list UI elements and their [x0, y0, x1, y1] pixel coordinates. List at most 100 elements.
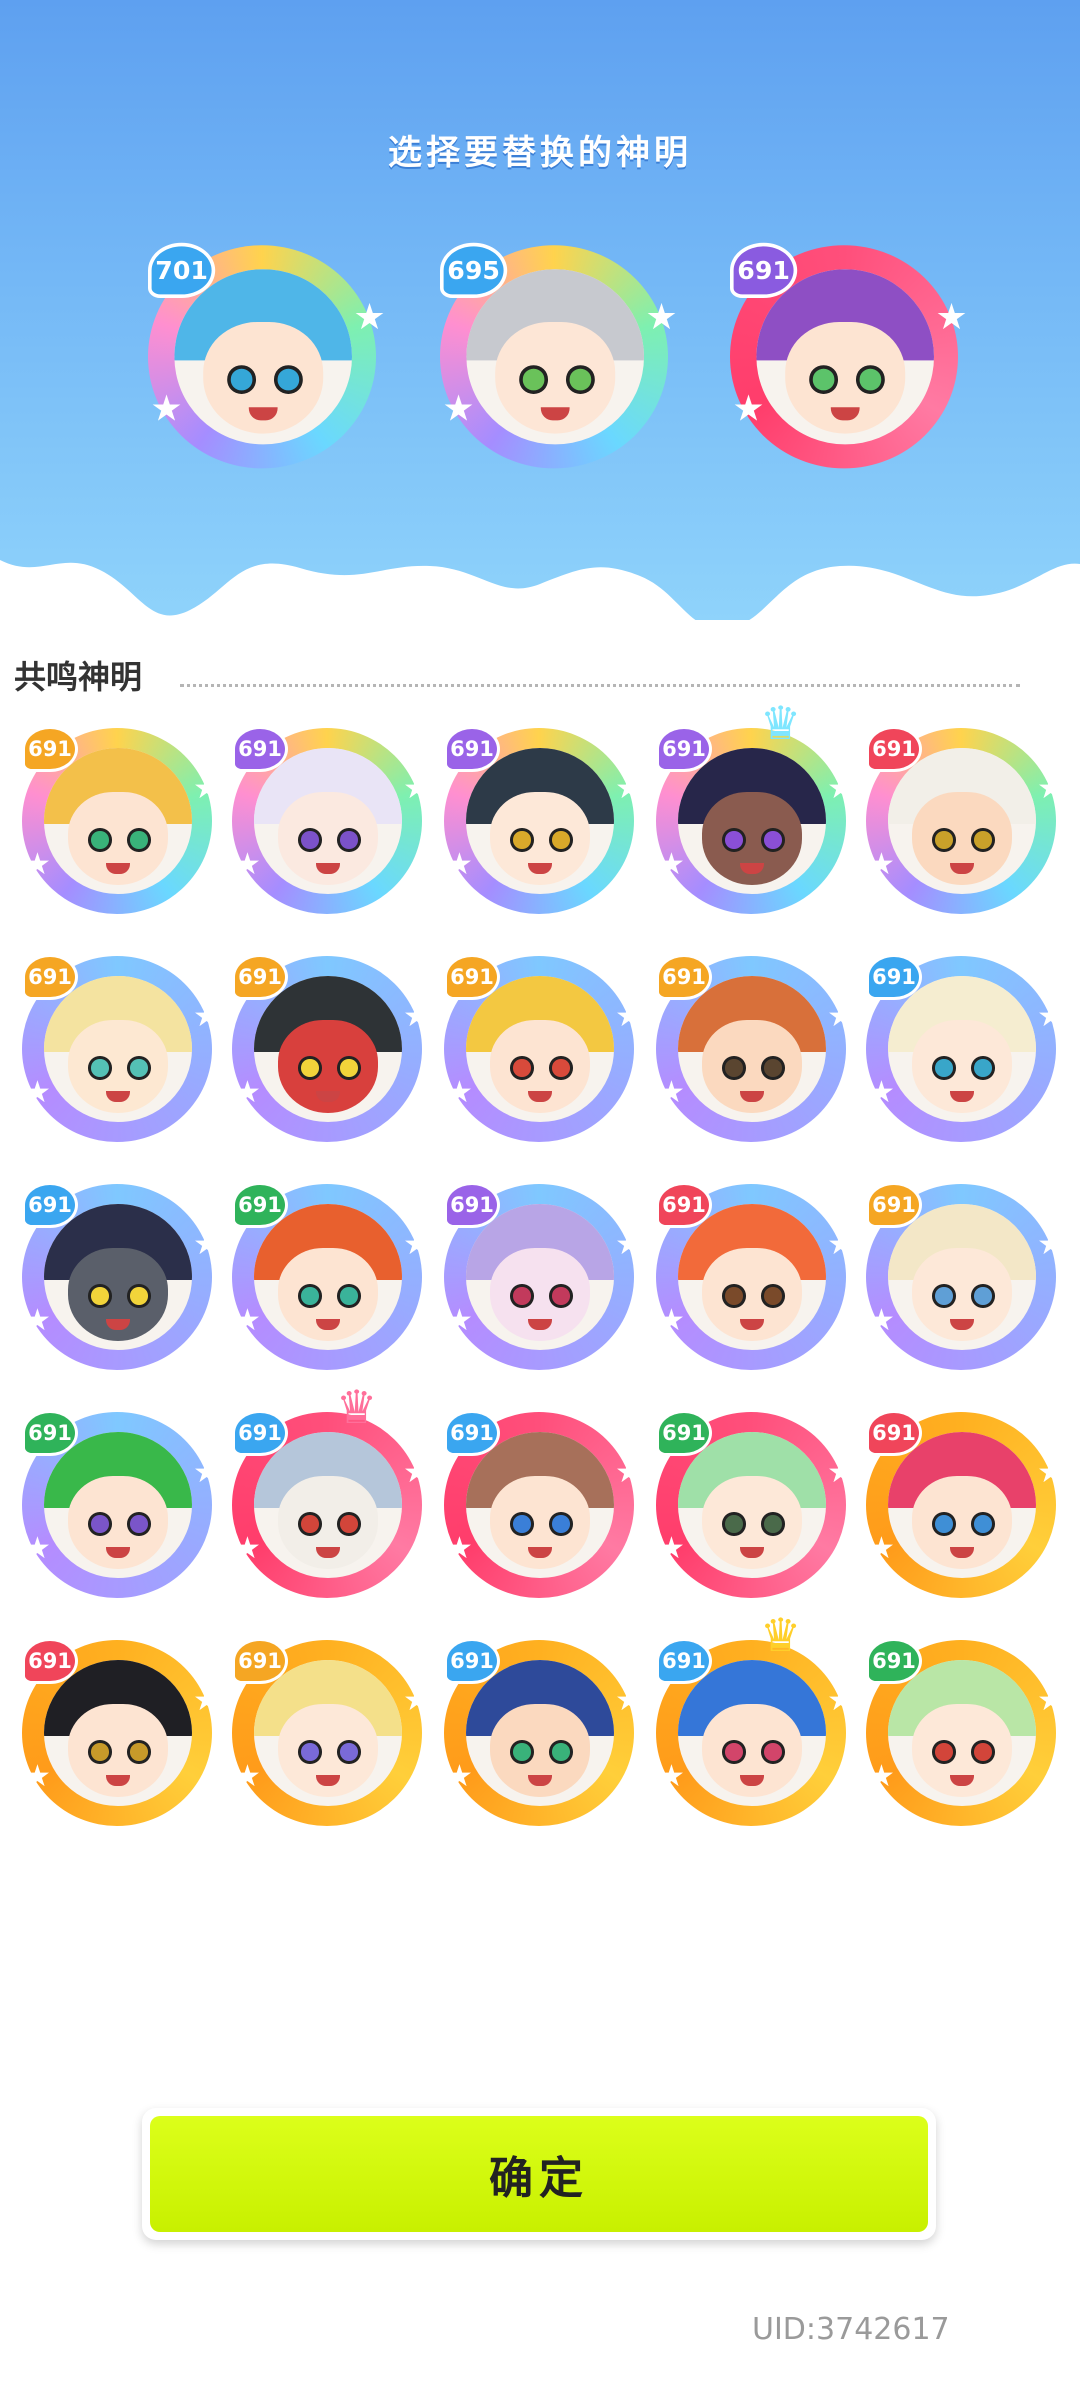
god-card[interactable]: ★ ★ 691: [232, 1634, 432, 1834]
god-card[interactable]: ★ ★ ♛ 691: [232, 1384, 432, 1606]
star-icon: ★: [446, 1759, 473, 1794]
god-portrait: [466, 976, 614, 1122]
star-icon: ★: [234, 1075, 261, 1110]
star-icon: ★: [403, 1455, 430, 1490]
god-card[interactable]: ★ ★ 691: [232, 722, 432, 922]
god-card[interactable]: ★ ★ 691: [656, 950, 856, 1150]
star-icon: ★: [1037, 1683, 1064, 1718]
level-badge: 691: [22, 1182, 78, 1228]
god-card[interactable]: ★ ★ 691: [22, 950, 222, 1150]
star-icon: ★: [403, 1227, 430, 1262]
portrait-eye: [722, 1740, 747, 1764]
god-card[interactable]: ★ ★ 691: [22, 1406, 222, 1606]
god-portrait: [44, 1204, 192, 1350]
god-card[interactable]: ★ ★ 691: [22, 722, 222, 922]
star-icon: ★: [442, 388, 475, 430]
portrait-eye: [970, 1056, 995, 1080]
level-badge: 691: [232, 1410, 288, 1456]
god-portrait: [254, 1432, 402, 1578]
god-card[interactable]: ★ ★ 691: [656, 1178, 856, 1378]
level-badge: 691: [22, 954, 78, 1000]
section-label: 共鸣神明: [14, 658, 143, 696]
god-portrait: [678, 748, 826, 894]
star-icon: ★: [615, 1455, 642, 1490]
god-card[interactable]: ★ ★ 691: [866, 950, 1066, 1150]
page-title: 选择要替换的神明: [388, 133, 692, 173]
selected-god-3[interactable]: ★ ★ 691: [730, 238, 970, 478]
god-card[interactable]: ★ ★ 691: [866, 1406, 1066, 1606]
level-badge: 691: [656, 726, 712, 772]
god-card[interactable]: ★ ★ ♛ 691: [656, 1612, 856, 1834]
star-icon: ★: [868, 1531, 895, 1566]
star-icon: ★: [615, 999, 642, 1034]
selected-god-1[interactable]: ★ ★ 701: [148, 238, 388, 478]
god-card[interactable]: ★ ★ 691: [232, 1178, 432, 1378]
portrait-eye: [273, 365, 303, 394]
portrait-eye: [336, 1512, 361, 1536]
god-card[interactable]: ★ ★ 691: [444, 1406, 644, 1606]
god-card[interactable]: ★ ★ 691: [866, 1634, 1066, 1834]
god-card[interactable]: ★ ★ ♛ 691: [656, 700, 856, 922]
star-icon: ★: [193, 1227, 220, 1262]
god-portrait: [466, 1204, 614, 1350]
portrait-eye: [548, 1512, 573, 1536]
star-icon: ★: [403, 999, 430, 1034]
portrait-eye: [126, 1512, 151, 1536]
confirm-button-label: 确定: [150, 2116, 928, 2232]
god-portrait: [254, 976, 402, 1122]
uid-label: UID:3742617: [752, 2312, 950, 2347]
level-badge: 691: [22, 1410, 78, 1456]
level-badge: 691: [730, 242, 798, 298]
god-card[interactable]: ★ ★ 691: [22, 1178, 222, 1378]
level-badge: 691: [444, 1638, 500, 1684]
god-portrait: [756, 269, 934, 445]
portrait-eye: [760, 1740, 785, 1764]
star-icon: ★: [868, 1759, 895, 1794]
god-card[interactable]: ★ ★ 691: [444, 722, 644, 922]
level-badge: 691: [232, 954, 288, 1000]
portrait-eye: [298, 1740, 323, 1764]
portrait-eye: [970, 1512, 995, 1536]
star-icon: ★: [868, 847, 895, 882]
star-icon: ★: [868, 1075, 895, 1110]
god-card[interactable]: ★ ★ 691: [656, 1406, 856, 1606]
star-icon: ★: [234, 1531, 261, 1566]
portrait-eye: [298, 828, 323, 852]
confirm-button[interactable]: 确定: [142, 2108, 936, 2240]
level-badge: 691: [232, 1182, 288, 1228]
portrait-eye: [510, 828, 535, 852]
portrait-eye: [722, 1056, 747, 1080]
god-portrait: [888, 748, 1036, 894]
selected-god-2[interactable]: ★ ★ 695: [440, 238, 680, 478]
god-card[interactable]: ★ ★ 691: [22, 1634, 222, 1834]
portrait-eye: [510, 1740, 535, 1764]
star-icon: ★: [658, 847, 685, 882]
star-icon: ★: [193, 1683, 220, 1718]
portrait-eye: [548, 1740, 573, 1764]
star-icon: ★: [24, 1303, 51, 1338]
god-card[interactable]: ★ ★ 691: [866, 722, 1066, 922]
star-icon: ★: [403, 771, 430, 806]
portrait-eye: [722, 1512, 747, 1536]
star-icon: ★: [827, 1683, 854, 1718]
level-badge: 691: [232, 1638, 288, 1684]
god-portrait: [254, 1204, 402, 1350]
star-icon: ★: [193, 999, 220, 1034]
god-card[interactable]: ★ ★ 691: [444, 1634, 644, 1834]
star-icon: ★: [1037, 771, 1064, 806]
portrait-eye: [88, 1284, 113, 1308]
god-portrait: [678, 976, 826, 1122]
portrait-eye: [722, 1284, 747, 1308]
god-card[interactable]: ★ ★ 691: [444, 1178, 644, 1378]
portrait-eye: [760, 828, 785, 852]
god-card[interactable]: ★ ★ 691: [232, 950, 432, 1150]
god-portrait: [888, 976, 1036, 1122]
god-card[interactable]: ★ ★ 691: [866, 1178, 1066, 1378]
portrait-eye: [970, 1284, 995, 1308]
god-portrait: [466, 269, 644, 445]
star-icon: ★: [234, 1759, 261, 1794]
god-portrait: [888, 1432, 1036, 1578]
god-portrait: [174, 269, 352, 445]
portrait-eye: [970, 828, 995, 852]
god-card[interactable]: ★ ★ 691: [444, 950, 644, 1150]
